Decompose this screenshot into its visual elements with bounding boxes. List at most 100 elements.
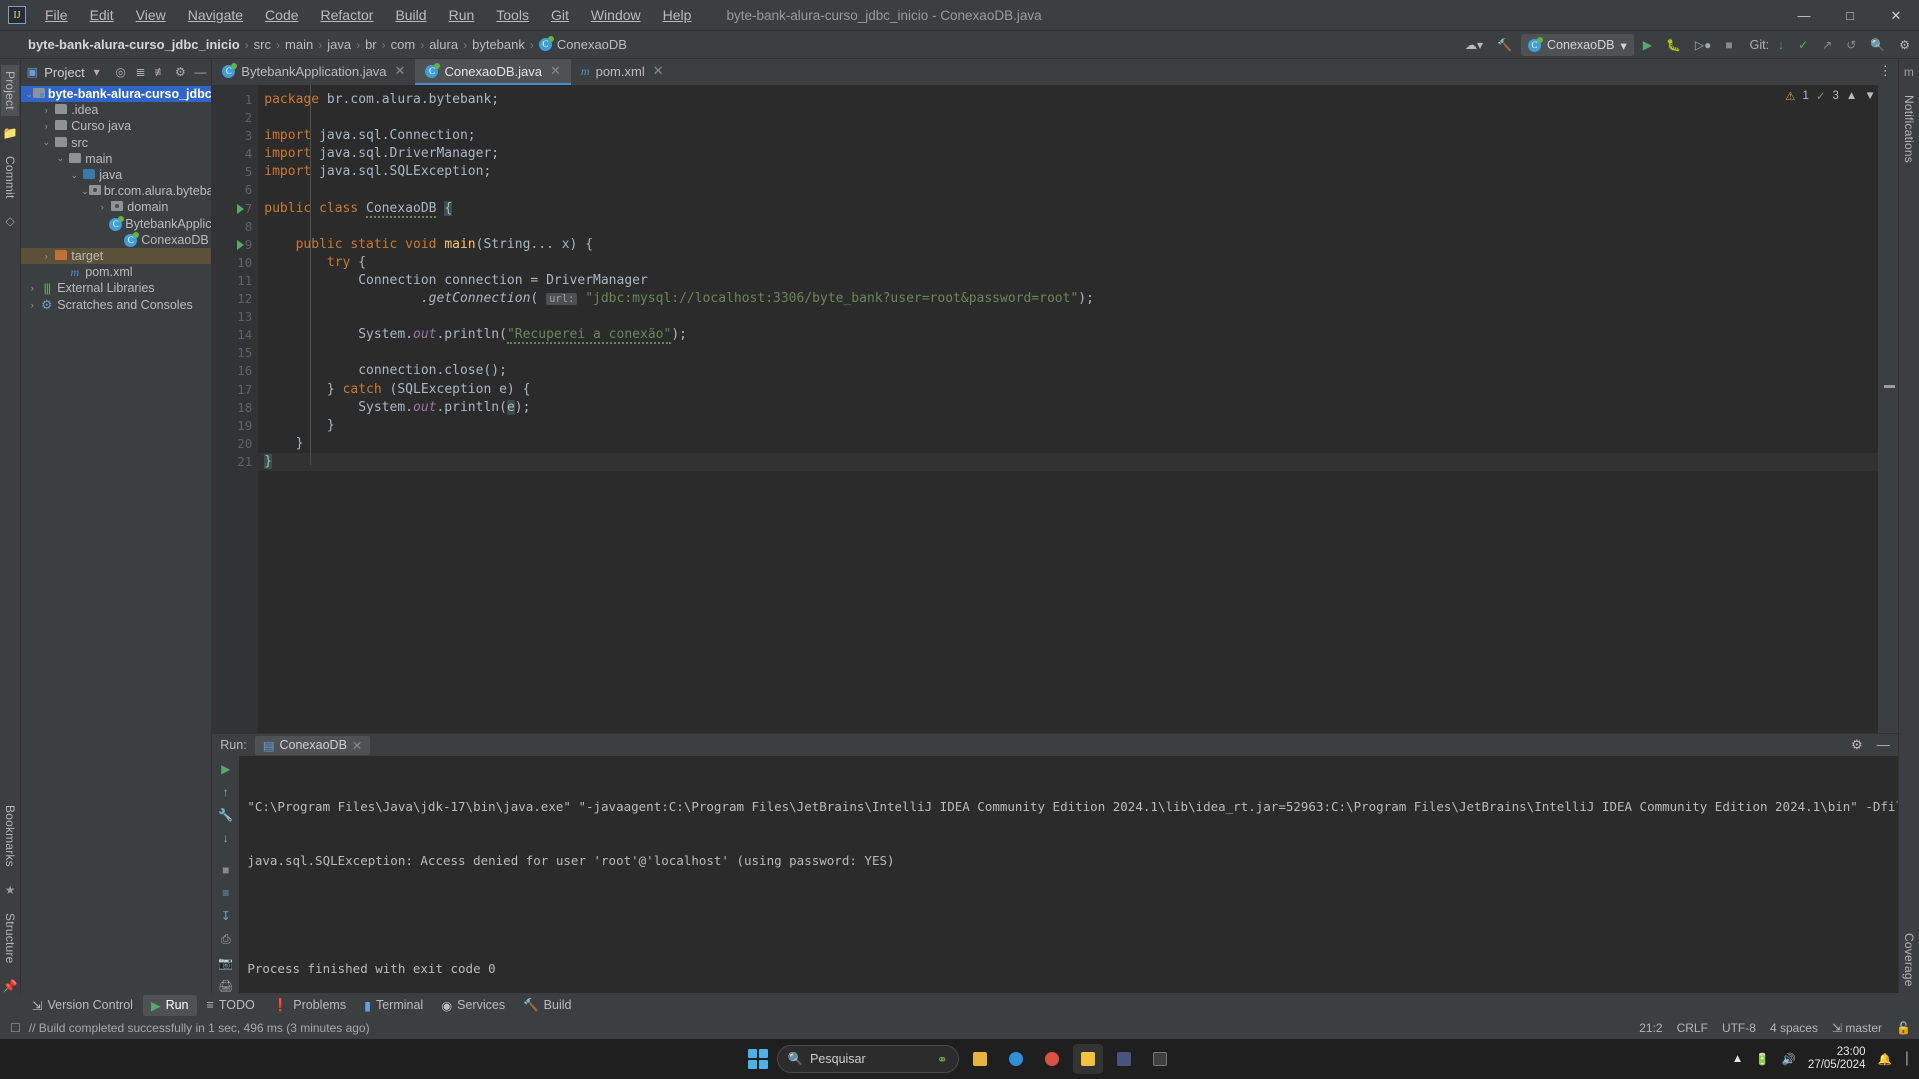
tree-item-curso-java[interactable]: › Curso java bbox=[21, 118, 211, 134]
hammer-icon[interactable]: 🔨 bbox=[1492, 34, 1517, 56]
sidebar-item-bookmarks[interactable]: Bookmarks bbox=[1, 799, 19, 873]
tree-arrow[interactable]: › bbox=[95, 202, 109, 212]
commit-icon[interactable]: ◇ bbox=[6, 214, 15, 228]
run-tab-conexaodb[interactable]: ▤ ConexaoDB ✕ bbox=[254, 735, 371, 755]
bookmark-icon[interactable]: ★ bbox=[5, 883, 16, 897]
console-hscrollbar[interactable] bbox=[239, 985, 1897, 993]
menu-view[interactable]: View bbox=[125, 3, 177, 27]
chrome-icon[interactable] bbox=[1037, 1044, 1067, 1074]
code-editor[interactable]: 1 2 3– 4 5– 6 7 8 9 10– 11 12 13 14 15 1… bbox=[212, 85, 1898, 733]
tab-todo[interactable]: ≡ TODO bbox=[199, 995, 263, 1015]
sidebar-item-structure[interactable]: Structure bbox=[1, 907, 19, 970]
app-icon[interactable] bbox=[1109, 1044, 1139, 1074]
breadcrumb-src[interactable]: src bbox=[254, 37, 271, 52]
edge-icon[interactable] bbox=[1001, 1044, 1031, 1074]
sidebar-item-commit[interactable]: Commit bbox=[1, 150, 19, 205]
chevron-down-icon[interactable]: ▾ bbox=[89, 63, 105, 81]
menu-file[interactable]: File bbox=[34, 3, 79, 27]
tab-terminal[interactable]: ▮ Terminal bbox=[356, 995, 431, 1016]
scroll-up-icon[interactable]: ↑ bbox=[223, 785, 229, 799]
gear-icon[interactable]: ⚙ bbox=[1894, 34, 1915, 56]
tree-arrow[interactable]: ⌄ bbox=[25, 89, 33, 100]
taskbar-search-input[interactable]: 🔍 Pesquisar ⚭ bbox=[776, 1045, 959, 1073]
tab-version-control[interactable]: ⇲ Version Control bbox=[24, 995, 141, 1016]
more-tabs-icon[interactable]: ⋮ bbox=[1879, 63, 1892, 79]
pin-icon[interactable]: 📌 bbox=[3, 979, 18, 993]
tab-services[interactable]: ◉ Services bbox=[433, 995, 513, 1016]
tree-arrow[interactable]: ⌄ bbox=[39, 137, 53, 148]
sidebar-item-coverage[interactable]: Coverage bbox=[1900, 927, 1918, 993]
collapse-all-icon[interactable]: ≢ bbox=[153, 63, 169, 81]
breadcrumb-br[interactable]: br bbox=[365, 37, 377, 52]
console-output[interactable]: "C:\Program Files\Java\jdk-17\bin\java.e… bbox=[239, 756, 1898, 993]
run-gutter-icon[interactable] bbox=[237, 203, 245, 214]
expand-all-icon[interactable]: ≣ bbox=[133, 63, 149, 81]
close-icon[interactable]: ✕ bbox=[550, 63, 561, 79]
tree-arrow[interactable]: › bbox=[25, 283, 39, 293]
start-button-icon[interactable] bbox=[745, 1046, 771, 1072]
file-encoding[interactable]: UTF-8 bbox=[1722, 1021, 1756, 1035]
hide-panel-icon[interactable]: — bbox=[1877, 737, 1890, 753]
tree-arrow[interactable]: ⌄ bbox=[81, 186, 89, 197]
lock-icon[interactable]: 🔓 bbox=[1896, 1021, 1911, 1035]
intellij-icon[interactable] bbox=[1072, 1044, 1103, 1074]
gear-icon[interactable]: ⚙ bbox=[1851, 737, 1863, 753]
history-icon[interactable]: ↺ bbox=[1841, 34, 1861, 56]
tree-arrow[interactable]: › bbox=[39, 121, 53, 131]
file-explorer-icon[interactable] bbox=[965, 1044, 995, 1074]
tree-item-java[interactable]: ⌄ java bbox=[21, 167, 211, 183]
menu-build[interactable]: Build bbox=[384, 3, 437, 27]
tree-arrow[interactable]: › bbox=[25, 300, 39, 310]
camera-icon[interactable]: 📷 bbox=[218, 956, 233, 970]
menu-help[interactable]: Help bbox=[652, 3, 703, 27]
menu-git[interactable]: Git bbox=[540, 3, 580, 27]
tree-item-main[interactable]: ⌄ main bbox=[21, 151, 211, 167]
tab-build[interactable]: 🔨 Build bbox=[515, 995, 579, 1016]
scroll-from-source-icon[interactable]: ◎ bbox=[113, 63, 129, 81]
battery-icon[interactable]: 🔋 bbox=[1755, 1052, 1769, 1066]
tree-item-idea[interactable]: › .idea bbox=[21, 102, 211, 118]
search-icon[interactable]: 🔍 bbox=[1865, 34, 1890, 56]
inspection-widget[interactable]: ⚠ 1 ✓ 3 ▲ ▼ bbox=[1785, 89, 1876, 103]
project-tree[interactable]: ⌄ byte-bank-alura-curso_jdbc_inicio [b ›… bbox=[21, 85, 212, 993]
code-content[interactable]: package br.com.alura.bytebank; import ja… bbox=[258, 85, 1898, 733]
tree-item-target[interactable]: › target bbox=[21, 247, 212, 265]
menu-window[interactable]: Window bbox=[580, 3, 652, 27]
line-separator[interactable]: CRLF bbox=[1677, 1021, 1708, 1035]
chevron-up-icon[interactable]: ▲ bbox=[1732, 1053, 1743, 1065]
menu-navigate[interactable]: Navigate bbox=[177, 3, 254, 27]
printer-icon[interactable]: 🖨 bbox=[218, 979, 233, 993]
breadcrumb-com[interactable]: com bbox=[391, 37, 416, 52]
show-desktop-icon[interactable]: │ bbox=[1904, 1053, 1911, 1065]
tree-item-scratches[interactable]: › ⚙ Scratches and Consoles bbox=[21, 296, 211, 313]
tree-item-bytebank-application[interactable]: C BytebankApplication bbox=[21, 216, 211, 232]
terminal-icon[interactable] bbox=[1145, 1044, 1175, 1074]
breadcrumb-main[interactable]: main bbox=[285, 37, 313, 52]
taskbar-clock[interactable]: 23:00 27/05/2024 bbox=[1808, 1046, 1866, 1072]
push-icon[interactable]: ↗ bbox=[1817, 34, 1837, 56]
tree-item-pom-xml[interactable]: m pom.xml bbox=[21, 264, 211, 280]
scroll-to-end-icon[interactable]: ↧ bbox=[221, 909, 231, 923]
tree-arrow[interactable]: ⌄ bbox=[67, 170, 81, 181]
chevron-down-icon[interactable]: ▼ bbox=[1864, 90, 1875, 102]
maximize-button[interactable]: □ bbox=[1827, 0, 1873, 31]
close-icon[interactable]: ✕ bbox=[653, 63, 664, 79]
sidebar-item-project[interactable]: Project bbox=[1, 65, 20, 116]
tree-item-conexaodb[interactable]: C ConexaoDB bbox=[21, 232, 211, 248]
tab-run[interactable]: ▶ Run bbox=[142, 994, 197, 1016]
run-gutter-icon[interactable] bbox=[237, 239, 245, 250]
tab-pom-xml[interactable]: m pom.xml ✕ bbox=[571, 59, 674, 85]
caret-position[interactable]: 21:2 bbox=[1639, 1021, 1662, 1035]
coverage-icon[interactable]: ▷● bbox=[1690, 34, 1716, 56]
tree-arrow[interactable]: › bbox=[39, 251, 53, 261]
editor-gutter[interactable]: 1 2 3– 4 5– 6 7 8 9 10– 11 12 13 14 15 1… bbox=[212, 85, 269, 733]
update-project-icon[interactable]: ↓ bbox=[1773, 34, 1789, 56]
gear-icon[interactable]: ⚙ bbox=[172, 63, 188, 81]
minimize-button[interactable]: — bbox=[1781, 0, 1827, 31]
git-branch-widget[interactable]: ⇲ master bbox=[1832, 1021, 1882, 1035]
notification-bell-icon[interactable]: 🔔 bbox=[1877, 1052, 1891, 1066]
folder-icon[interactable]: 📁 bbox=[3, 126, 18, 140]
tree-item-external-libraries[interactable]: › ||| External Libraries bbox=[21, 280, 211, 296]
commit-icon[interactable]: ✓ bbox=[1793, 34, 1813, 56]
print-icon[interactable]: ⎙ bbox=[221, 932, 231, 947]
